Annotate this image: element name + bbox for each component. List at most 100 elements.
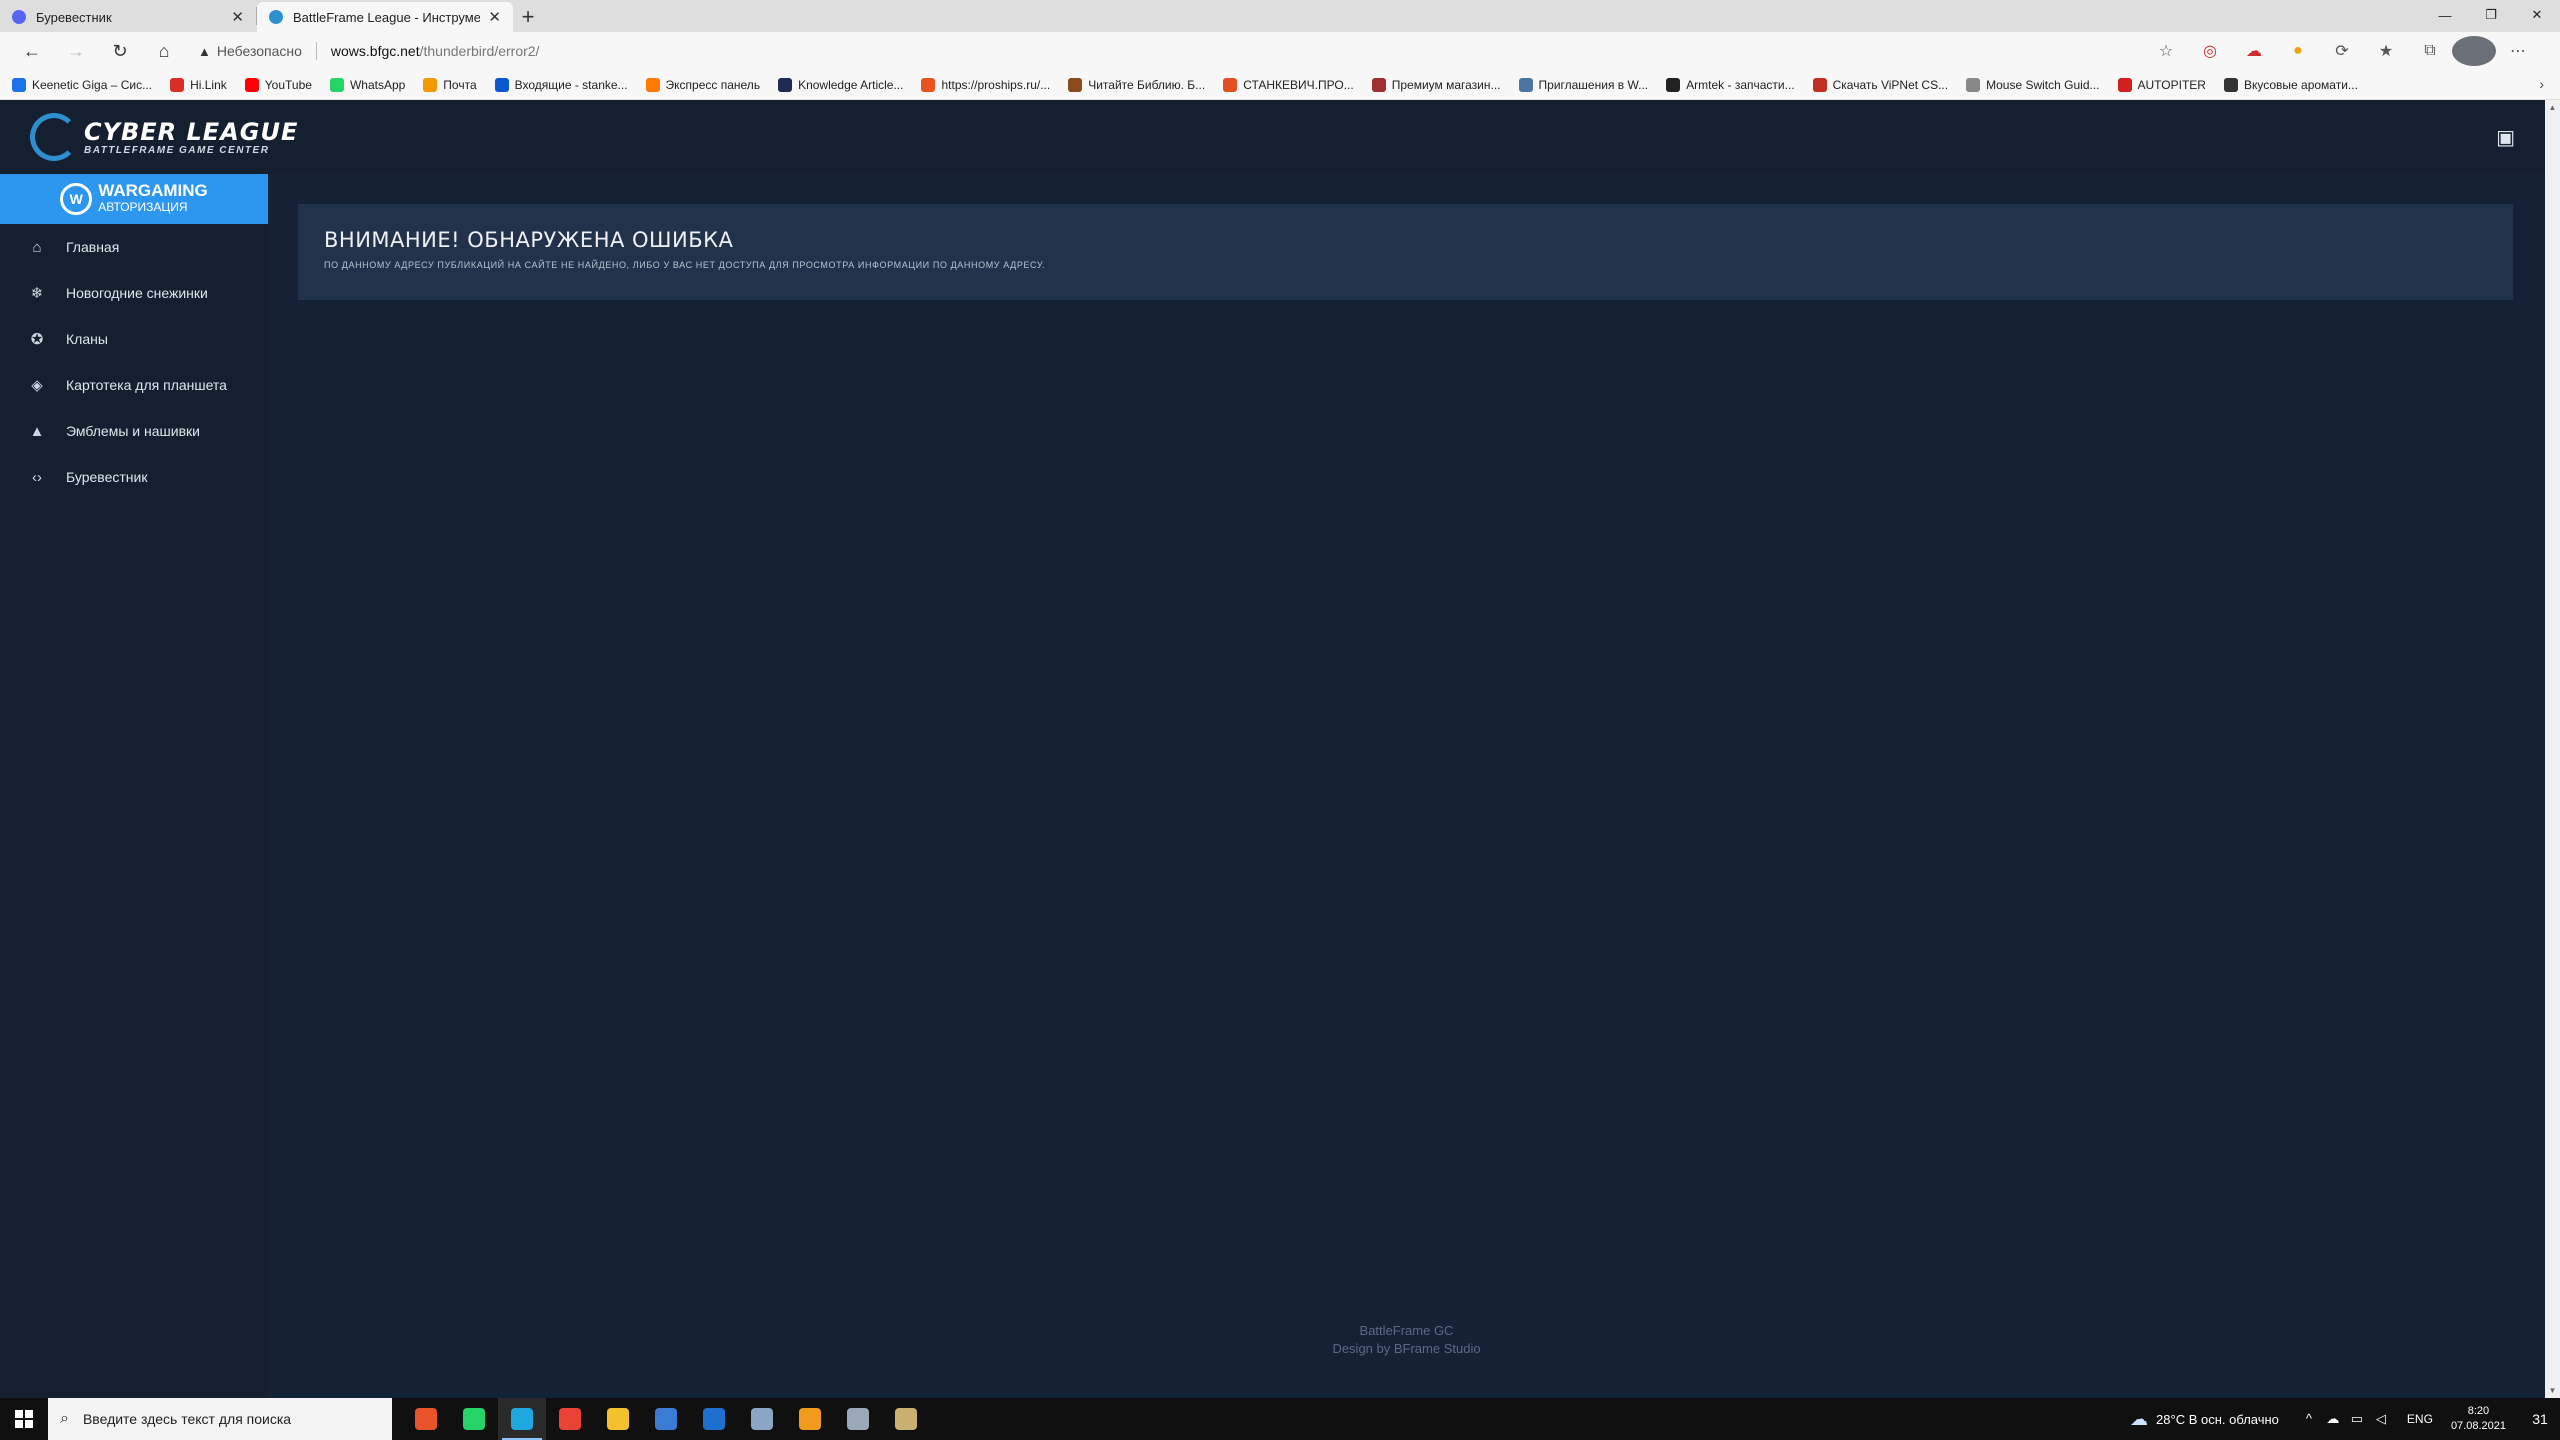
wargaming-auth-button[interactable]: W WARGAMING АВТОРИЗАЦИЯ [0,174,268,224]
system-tray: ☁ 28°C В осн. облачно ^ ☁ ▭ ◁ ENG 8:20 0… [2130,1398,2560,1440]
minimize-icon[interactable]: — [2422,0,2468,30]
close-icon[interactable]: ✕ [231,8,244,26]
sidebar-item[interactable]: ▲ Эмблемы и нашивки [0,408,268,454]
site-logo[interactable]: CYBER LEAGUE BATTLEFRAME GAME CENTER [30,113,298,161]
bookmark-item[interactable]: Скачать ViPNet CS... [1812,77,1949,92]
site-header: CYBER LEAGUE BATTLEFRAME GAME CENTER ▣ [0,100,2545,174]
extension-sync-icon[interactable]: ⟳ [2320,36,2364,66]
bookmark-label: Экспресс панель [665,77,761,92]
scroll-down-icon[interactable]: ▼ [2545,1383,2560,1398]
wows-icon [751,1408,773,1430]
onedrive-icon[interactable]: ☁ [2321,1411,2345,1427]
bookmark-item[interactable]: СТАНКЕВИЧ.ПРО... [1223,77,1354,92]
bookmark-item[interactable]: Armtek - запчасти... [1666,77,1795,92]
profile-card-icon[interactable]: ▣ [2496,125,2515,150]
new-tab-button[interactable]: + [513,2,543,32]
taskbar-search[interactable]: ⌕ Введите здесь текст для поиска [48,1398,392,1440]
bookmark-item[interactable]: Вкусовые аромати... [2223,77,2358,92]
collections-icon[interactable]: ⧉ [2408,36,2452,66]
bookmark-item[interactable]: Keenetic Giga – Сис... [12,77,153,92]
network-icon[interactable]: ▭ [2345,1411,2369,1427]
more-menu-icon[interactable]: ⋯ [2496,36,2540,66]
bookmark-item[interactable]: Mouse Switch Guid... [1966,77,2100,92]
sidebar-item[interactable]: ❄ Новогодние снежинки [0,270,268,316]
taskbar-app[interactable] [642,1398,690,1440]
forward-icon[interactable]: → [54,35,98,67]
browser-tab-strip: Буревестник ✕ BattleFrame League - Инстр… [0,0,2560,32]
favorites-icon[interactable]: ★ [2364,36,2408,66]
taskbar-app[interactable] [450,1398,498,1440]
profile-avatar[interactable] [2452,36,2496,66]
close-icon[interactable]: ✕ [488,8,501,26]
extension-red-icon[interactable]: ◎ [2188,36,2232,66]
add-favorite-icon[interactable]: ☆ [2144,36,2188,66]
bookmark-item[interactable]: Экспресс панель [645,77,761,92]
url-field[interactable]: ▲ Небезопасно wows.bfgc.net /thunderbird… [186,36,2144,66]
bookmark-item[interactable]: Приглашения в W... [1518,77,1648,92]
url-divider [315,42,317,60]
site-footer: BattleFrame GC Design by BFrame Studio [268,1322,2545,1358]
bookmark-item[interactable]: Премиум магазин... [1371,77,1501,92]
restore-icon[interactable]: ❐ [2468,0,2514,30]
taskbar-app[interactable] [594,1398,642,1440]
bookmark-item[interactable]: Hi.Link [170,77,227,92]
weather-widget[interactable]: ☁ 28°C В осн. облачно [2130,1409,2279,1430]
taskbar-app[interactable] [546,1398,594,1440]
bookmark-label: Knowledge Article... [798,77,904,92]
start-button[interactable] [0,1398,48,1440]
bookmark-item[interactable]: https://proships.ru/... [921,77,1050,92]
sidebar-item[interactable]: ✪ Кланы [0,316,268,362]
sidebar-item[interactable]: ⌂ Главная [0,224,268,270]
error-title: ВНИМАНИЕ! ОБНАРУЖЕНА ОШИБКА [324,228,734,252]
bookmark-item[interactable]: Почта [423,77,477,92]
bookmark-item[interactable]: Knowledge Article... [778,77,904,92]
volume-icon[interactable]: ◁ [2369,1411,2393,1427]
taskbar-app[interactable] [882,1398,930,1440]
code-icon: ‹› [32,468,42,486]
bookmark-favicon-icon [2223,77,2238,92]
taskbar-app[interactable] [402,1398,450,1440]
extension-cloud-icon[interactable]: ☁ [2232,36,2276,66]
taskbar-app[interactable] [834,1398,882,1440]
chevron-up-icon[interactable]: ^ [2297,1411,2321,1427]
bookmark-favicon-icon [1068,77,1083,92]
bookmark-label: Скачать ViPNet CS... [1832,77,1949,92]
scroll-up-icon[interactable]: ▲ [2545,100,2560,115]
taskbar-app[interactable] [738,1398,786,1440]
bookmark-item[interactable]: AUTOPITER [2117,77,2206,92]
bookmark-item[interactable]: Входящие - stanke... [494,77,628,92]
bookmark-label: Премиум магазин... [1391,77,1501,92]
bookmark-item[interactable]: Читайте Библию. Б... [1068,77,1205,92]
layers-icon: ◈ [31,377,43,394]
bookmark-favicon-icon [494,77,509,92]
clan-icon: ✪ [30,331,44,348]
bookmark-item[interactable]: YouTube [244,77,312,92]
language-indicator[interactable]: ENG [2407,1412,2433,1426]
footer-credit: Design by BFrame Studio [1332,1341,1481,1356]
bookmark-item[interactable]: WhatsApp [329,77,405,92]
home-button-icon[interactable]: ⌂ [142,35,186,67]
back-icon[interactable]: ← [10,35,54,67]
reload-icon[interactable]: ↻ [98,35,142,67]
bookmarks-overflow-icon[interactable]: › [2539,76,2544,92]
notification-center-icon[interactable]: 31 [2520,1398,2560,1440]
bookmark-label: Armtek - запчасти... [1686,77,1795,92]
bookmark-label: Keenetic Giga – Сис... [32,77,153,92]
bookmark-favicon-icon [921,77,936,92]
extension-orange-icon[interactable]: ● [2276,36,2320,66]
bookmark-favicon-icon [423,77,438,92]
clock[interactable]: 8:20 07.08.2021 [2451,1404,2506,1434]
sidebar-item[interactable]: ◈ Картотека для планшета [0,362,268,408]
close-window-icon[interactable]: ✕ [2514,0,2560,30]
sidebar-item[interactable]: ‹› Буревестник [0,454,268,500]
taskbar-app[interactable] [498,1398,546,1440]
site-favicon-icon [269,10,283,24]
vertical-scrollbar[interactable]: ▲ ▼ [2545,100,2560,1398]
tab-title: BattleFrame League - Инструме [293,9,481,25]
bookmark-favicon-icon [1371,77,1386,92]
sidebar-item-label: Картотека для планшета [66,377,227,393]
taskbar-app[interactable] [690,1398,738,1440]
tab-battleframe[interactable]: BattleFrame League - Инструме ✕ [257,2,513,32]
tab-burevestnik[interactable]: Буревестник ✕ [0,2,256,32]
taskbar-app[interactable] [786,1398,834,1440]
